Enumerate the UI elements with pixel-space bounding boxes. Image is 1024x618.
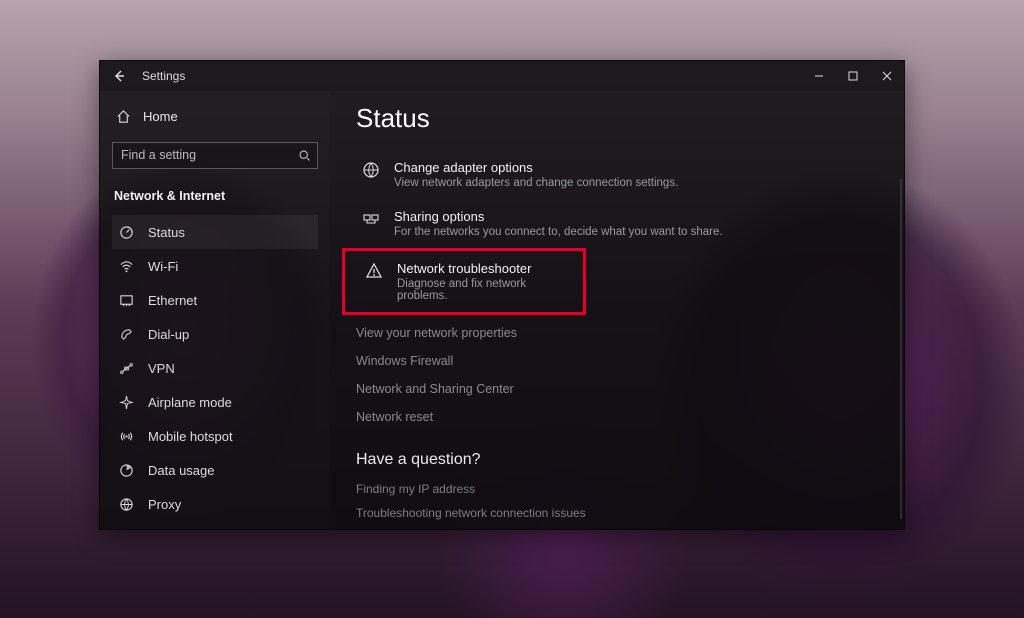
scrollbar[interactable] xyxy=(900,179,902,519)
titlebar: Settings xyxy=(100,61,904,91)
wifi-icon xyxy=(118,258,134,274)
home-button[interactable]: Home xyxy=(112,103,318,130)
setting-title: Change adapter options xyxy=(394,160,678,175)
sidebar-item-ethernet[interactable]: Ethernet xyxy=(112,283,318,317)
globe-icon xyxy=(362,161,380,179)
faq-troubleshoot[interactable]: Troubleshooting network connection issue… xyxy=(356,501,878,525)
sidebar-item-vpn[interactable]: VPN xyxy=(112,351,318,385)
faq-ip-address[interactable]: Finding my IP address xyxy=(356,477,878,501)
sidebar-item-label: Dial-up xyxy=(148,327,189,342)
sidebar-item-status[interactable]: Status xyxy=(112,215,318,249)
minimize-button[interactable] xyxy=(802,61,836,91)
sidebar-category: Network & Internet xyxy=(112,189,318,203)
sidebar-item-data-usage[interactable]: Data usage xyxy=(112,453,318,487)
setting-title: Network troubleshooter xyxy=(397,261,577,276)
vpn-icon xyxy=(118,360,134,376)
sidebar-item-label: Airplane mode xyxy=(148,395,232,410)
airplane-icon xyxy=(118,394,134,410)
main-content: Status Change adapter options View netwo… xyxy=(330,91,904,529)
hotspot-icon xyxy=(118,428,134,444)
setting-desc: For the networks you connect to, decide … xyxy=(394,226,723,238)
sidebar-item-label: Ethernet xyxy=(148,293,197,308)
window-title: Settings xyxy=(142,69,185,83)
settings-window: Settings Home Network xyxy=(99,60,905,530)
sidebar-item-label: Wi-Fi xyxy=(148,259,178,274)
back-arrow-icon xyxy=(112,69,126,83)
sidebar-item-wifi[interactable]: Wi-Fi xyxy=(112,249,318,283)
back-button[interactable] xyxy=(110,67,128,85)
ethernet-icon xyxy=(118,292,134,308)
status-icon xyxy=(118,224,134,240)
close-button[interactable] xyxy=(870,61,904,91)
sidebar-item-label: Status xyxy=(148,225,185,240)
link-list: View your network properties Windows Fir… xyxy=(356,319,878,431)
sidebar-nav: Status Wi-Fi Ethernet Dial-up VPN xyxy=(112,215,318,521)
maximize-icon xyxy=(848,71,858,81)
question-heading: Have a question? xyxy=(356,451,878,469)
setting-desc: Diagnose and fix network problems. xyxy=(397,278,577,302)
sidebar: Home Network & Internet Status Wi-Fi xyxy=(100,91,330,529)
sharing-icon xyxy=(362,210,380,228)
setting-network-troubleshooter[interactable]: Network troubleshooter Diagnose and fix … xyxy=(342,248,586,315)
link-network-reset[interactable]: Network reset xyxy=(356,403,878,431)
minimize-icon xyxy=(814,71,824,81)
sidebar-item-hotspot[interactable]: Mobile hotspot xyxy=(112,419,318,453)
setting-title: Sharing options xyxy=(394,209,723,224)
sidebar-item-label: Proxy xyxy=(148,497,181,512)
proxy-icon xyxy=(118,496,134,512)
faq-update-driver[interactable]: Updating network adapter or driver xyxy=(356,525,878,529)
search-icon xyxy=(298,149,311,162)
sidebar-item-label: Mobile hotspot xyxy=(148,429,233,444)
setting-sharing-options[interactable]: Sharing options For the networks you con… xyxy=(356,199,878,248)
home-icon xyxy=(116,109,131,124)
close-icon xyxy=(882,71,892,81)
sidebar-item-proxy[interactable]: Proxy xyxy=(112,487,318,521)
maximize-button[interactable] xyxy=(836,61,870,91)
sidebar-item-airplane[interactable]: Airplane mode xyxy=(112,385,318,419)
sidebar-item-label: Data usage xyxy=(148,463,215,478)
home-label: Home xyxy=(143,109,178,124)
page-heading: Status xyxy=(356,103,878,134)
dialup-icon xyxy=(118,326,134,342)
sidebar-item-label: VPN xyxy=(148,361,175,376)
search-input[interactable] xyxy=(121,148,298,162)
setting-desc: View network adapters and change connect… xyxy=(394,177,678,189)
search-box[interactable] xyxy=(112,142,318,169)
sidebar-item-dialup[interactable]: Dial-up xyxy=(112,317,318,351)
faq-list: Finding my IP address Troubleshooting ne… xyxy=(356,477,878,529)
setting-change-adapter[interactable]: Change adapter options View network adap… xyxy=(356,150,878,199)
link-windows-firewall[interactable]: Windows Firewall xyxy=(356,347,878,375)
data-usage-icon xyxy=(118,462,134,478)
link-view-properties[interactable]: View your network properties xyxy=(356,319,878,347)
warning-triangle-icon xyxy=(365,262,383,280)
link-sharing-center[interactable]: Network and Sharing Center xyxy=(356,375,878,403)
